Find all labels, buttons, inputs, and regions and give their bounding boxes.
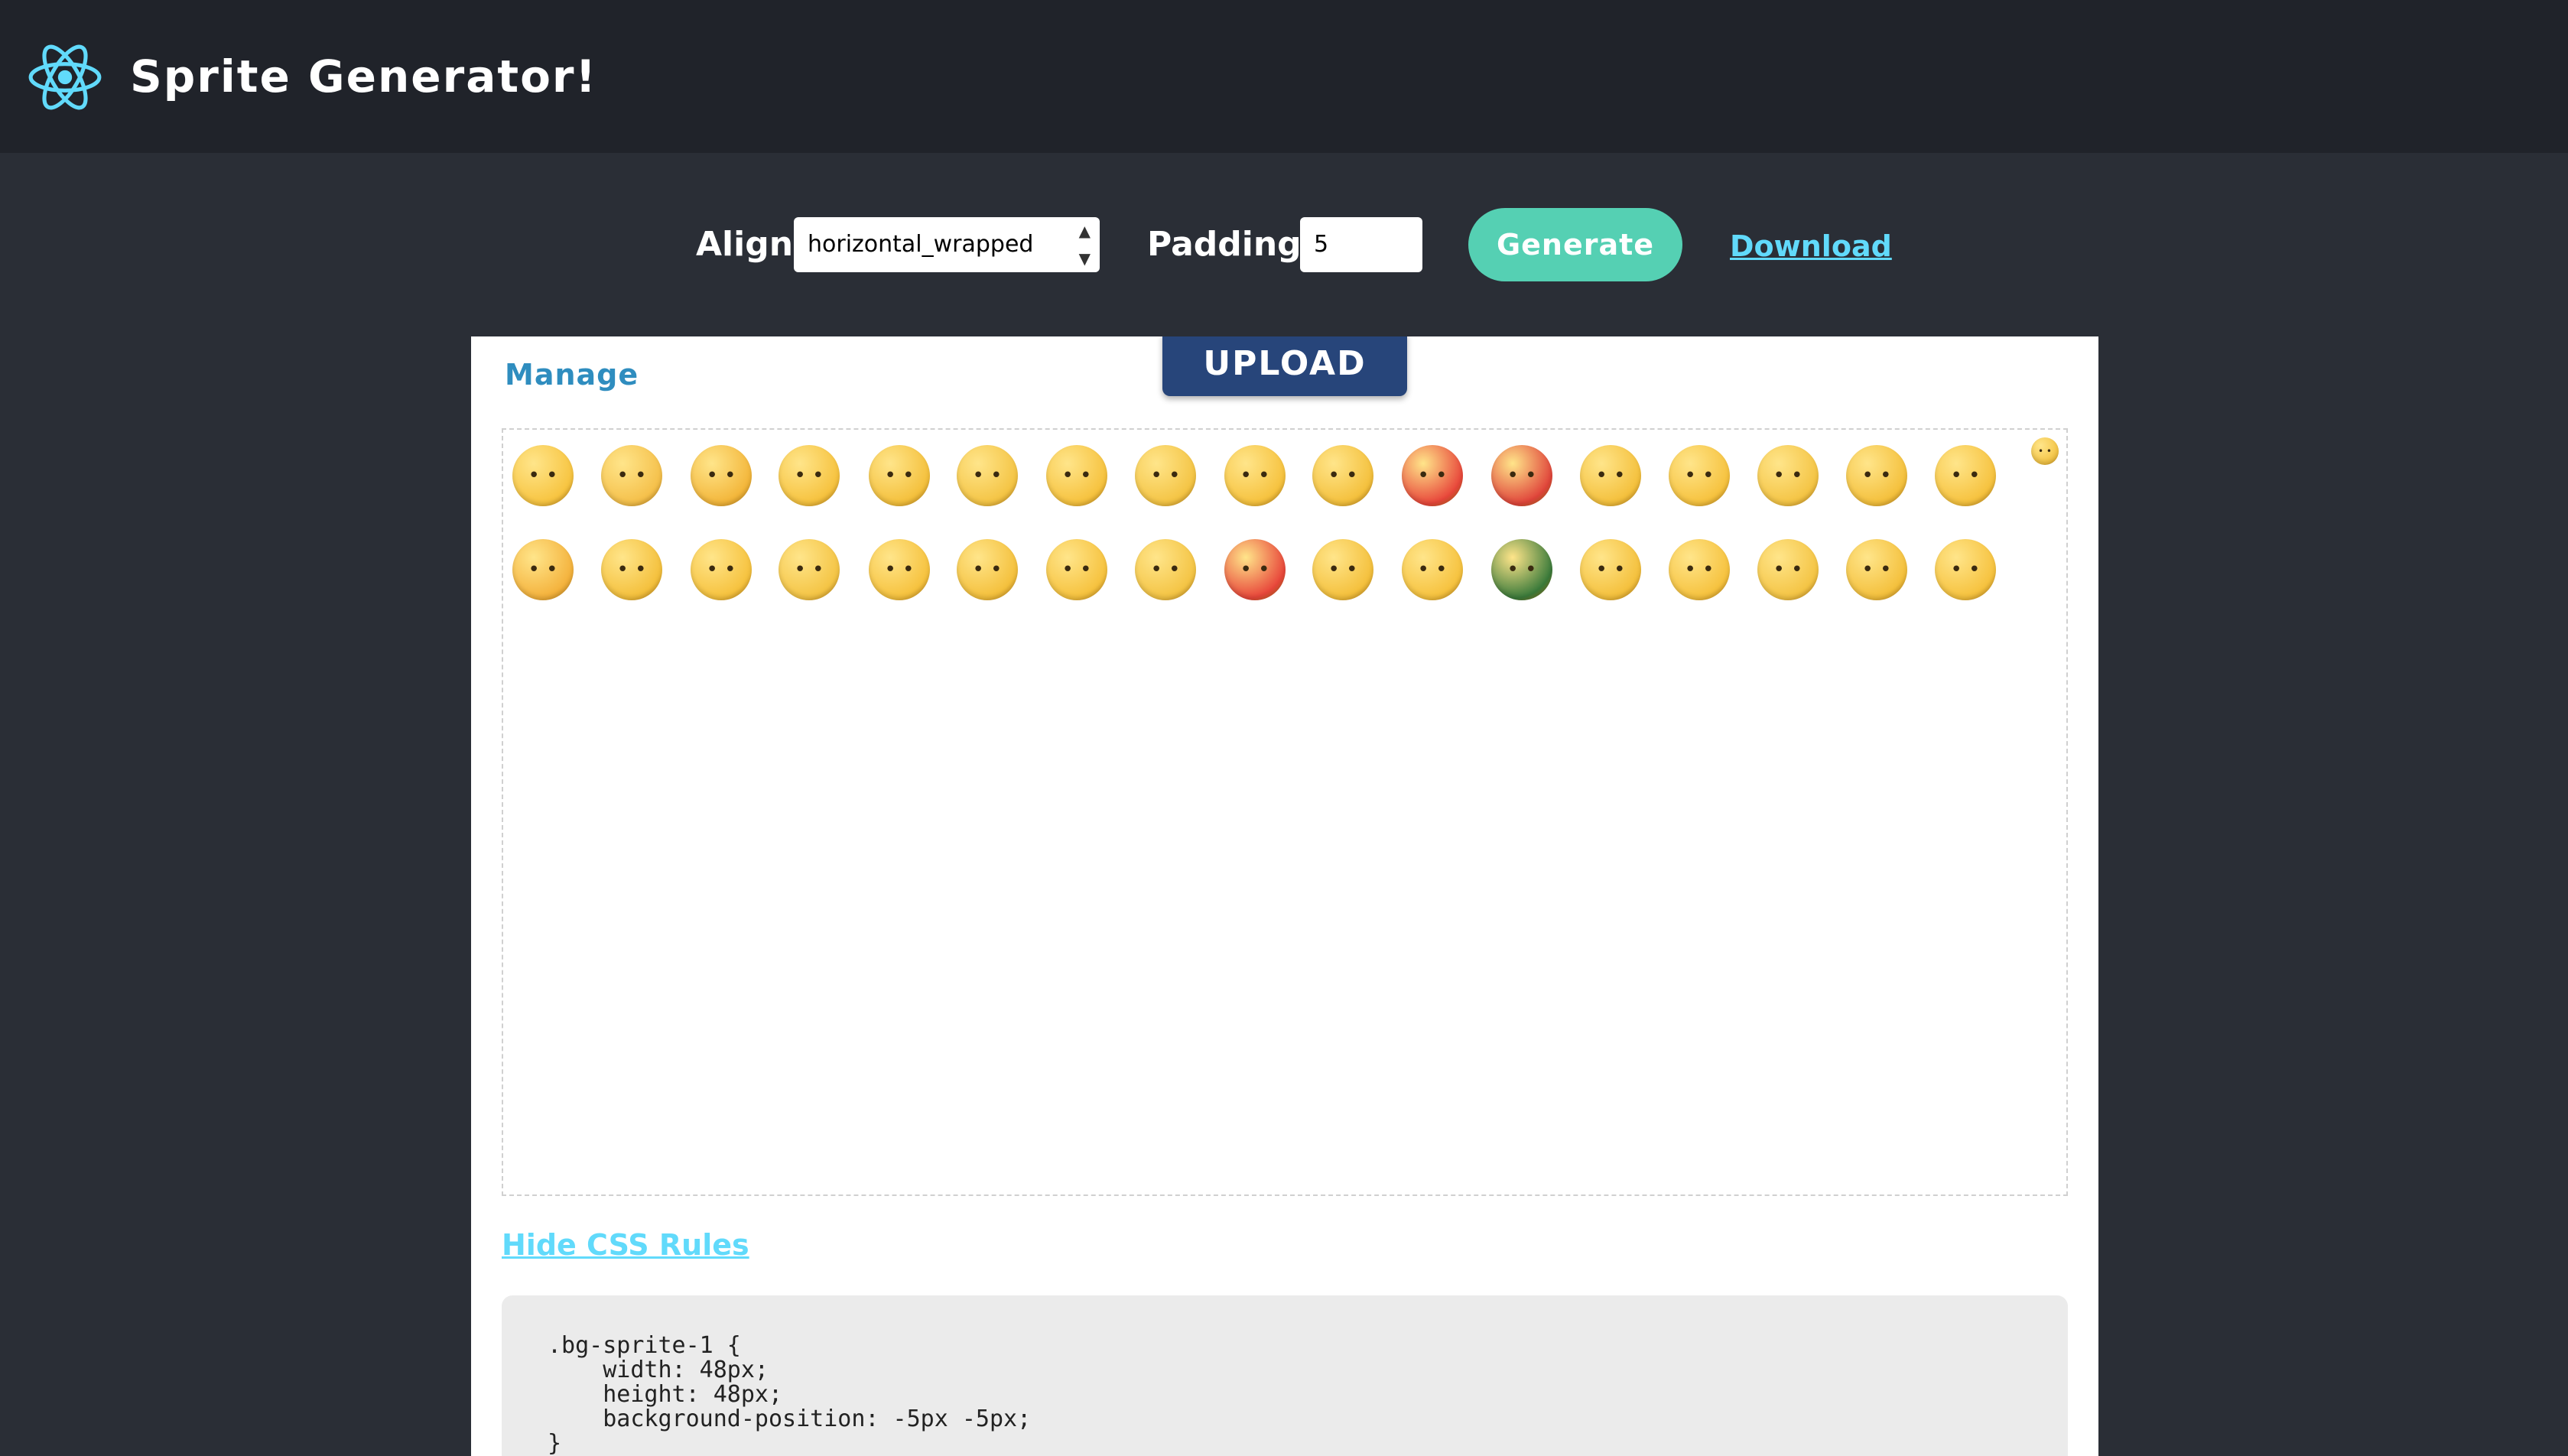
sleepy-face-icon[interactable]: • • (1224, 445, 1286, 506)
cool-face-icon[interactable]: • • (1935, 445, 1996, 506)
turtle-icon[interactable]: • • (1491, 539, 1552, 600)
manage-tab[interactable]: Manage (505, 355, 639, 395)
blushing-face-icon[interactable]: • • (779, 539, 840, 600)
padding-label: Padding (1147, 225, 1302, 264)
thinking-face-icon[interactable]: • • (691, 539, 752, 600)
dizzy-eyes-face-icon[interactable]: • • (1935, 539, 1996, 600)
app-title: Sprite Generator! (130, 50, 597, 102)
grinning-face-icon[interactable]: • • (1669, 445, 1730, 506)
heart-eyes-face-icon[interactable]: • • (691, 445, 752, 506)
css-rules-box: .bg-sprite-1 { width: 48px; height: 48px… (502, 1295, 2068, 1456)
sprite-panel: Manage UPLOAD • • • • • • • • • • • • • • • • • … (471, 336, 2098, 1456)
align-label: Align (696, 225, 794, 264)
hide-css-rules-link[interactable]: Hide CSS Rules (502, 1225, 749, 1265)
winking-tongue-face-icon[interactable]: • • (1580, 445, 1641, 506)
generate-button[interactable]: Generate (1468, 208, 1682, 281)
shushing-face-icon[interactable]: • • (1846, 539, 1907, 600)
smiling-face-icon[interactable]: • • (1757, 445, 1819, 506)
app-header: Sprite Generator! (0, 0, 2568, 153)
align-select[interactable]: horizontal_wrapped ▲ ▼ (794, 217, 1100, 272)
upload-button[interactable]: UPLOAD (1162, 336, 1407, 396)
pleading-face-icon[interactable]: • • (601, 445, 662, 506)
worried-face-icon[interactable]: • • (601, 539, 662, 600)
question-face-icon[interactable]: • • (1757, 539, 1819, 600)
angry-face-icon[interactable]: • • (1491, 445, 1552, 506)
react-atom-icon (28, 44, 102, 110)
sweating-face-icon[interactable]: • • (1312, 539, 1373, 600)
laughing-face-icon[interactable]: • • (512, 539, 574, 600)
surprised-face-icon[interactable]: • • (869, 539, 930, 600)
astonished-face-icon[interactable]: • • (512, 445, 574, 506)
smirking-face-icon[interactable]: • • (1046, 539, 1107, 600)
align-select-value: horizontal_wrapped (808, 231, 1034, 258)
confused-face-icon[interactable]: • • (957, 539, 1018, 600)
shocked-face-icon[interactable]: • • (779, 445, 840, 506)
ninja-face-icon[interactable]: • • (1580, 539, 1641, 600)
select-arrows-icon: ▲ ▼ (1078, 222, 1091, 268)
sprite-grid[interactable]: • • • • • • • • • • • • • • • • • • • • • • • • • • •… (502, 428, 2068, 1196)
raging-face-icon[interactable]: • • (1224, 539, 1286, 600)
dizzy-red-face-icon[interactable]: • • (1402, 445, 1463, 506)
download-link[interactable]: Download (1730, 226, 1892, 266)
crying-face-icon[interactable]: • • (957, 445, 1018, 506)
tongue-out-face-icon[interactable]: • • (1669, 539, 1730, 600)
squinting-face-icon[interactable]: • • (1312, 445, 1373, 506)
controls-bar: Align horizontal_wrapped ▲ ▼ Padding 5 Ge… (0, 208, 2568, 284)
neutral-face-icon[interactable]: • • (1135, 539, 1196, 600)
smiling-eyes-face-icon[interactable]: • • (1046, 445, 1107, 506)
small-face-icon[interactable]: • • (2031, 437, 2059, 465)
zipped-mouth-face-icon[interactable]: • • (1135, 445, 1196, 506)
frowning-face-icon[interactable]: • • (1846, 445, 1907, 506)
padding-input[interactable]: 5 (1300, 217, 1422, 272)
sunglasses-face-icon[interactable]: • • (869, 445, 930, 506)
css-rules-code: .bg-sprite-1 { width: 48px; height: 48px… (548, 1332, 1032, 1456)
beaming-face-icon[interactable]: • • (1402, 539, 1463, 600)
